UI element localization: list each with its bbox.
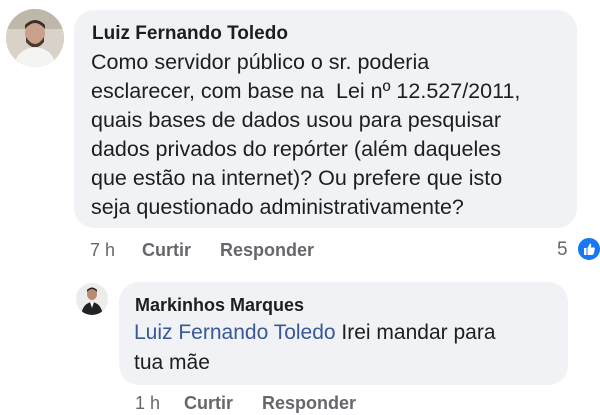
comment-author[interactable]: Luiz Fernando Toledo bbox=[92, 23, 288, 45]
reply-text-part: Irei mandar para bbox=[335, 321, 496, 344]
comment-line: seja questionado administrativamente? bbox=[91, 195, 464, 219]
reply-avatar[interactable] bbox=[76, 283, 108, 315]
reply-line: tua mãe bbox=[134, 351, 210, 374]
reply-time[interactable]: 1 h bbox=[135, 393, 160, 414]
reply-text: Luiz Fernando Toledo Irei mandar para tu… bbox=[134, 318, 496, 378]
thumbs-up-icon[interactable] bbox=[576, 236, 600, 262]
profile-photo bbox=[6, 9, 64, 67]
comment-actions: 7 h Curtir Responder bbox=[0, 240, 600, 262]
comment-line: dados privados do repórter (além daquele… bbox=[91, 137, 501, 161]
reply-like-link[interactable]: Curtir bbox=[184, 393, 233, 414]
comment-line: esclarecer, com base na Lei nº 12.527/20… bbox=[91, 79, 521, 103]
reply-author[interactable]: Markinhos Marques bbox=[135, 295, 304, 316]
profile-photo bbox=[76, 283, 108, 315]
like-link[interactable]: Curtir bbox=[142, 240, 191, 261]
comment-time[interactable]: 7 h bbox=[90, 240, 115, 261]
comment-line: quais bases de dados usou para pesquisar bbox=[91, 108, 501, 132]
comment-line: Como servidor público o sr. poderia bbox=[91, 50, 430, 74]
reply-link[interactable]: Responder bbox=[220, 240, 314, 261]
reply-actions: 1 h Curtir Responder bbox=[0, 393, 600, 415]
reply-reply-link[interactable]: Responder bbox=[262, 393, 356, 414]
like-count[interactable]: 5 bbox=[557, 239, 568, 261]
comment-text: Como servidor público o sr. poderia escl… bbox=[91, 48, 520, 222]
avatar[interactable] bbox=[6, 9, 64, 67]
mention-link[interactable]: Luiz Fernando Toledo bbox=[134, 321, 336, 344]
comment-line: que estão na internet)? Ou prefere que i… bbox=[91, 166, 503, 190]
reply-line: Luiz Fernando Toledo Irei mandar para bbox=[134, 318, 496, 348]
